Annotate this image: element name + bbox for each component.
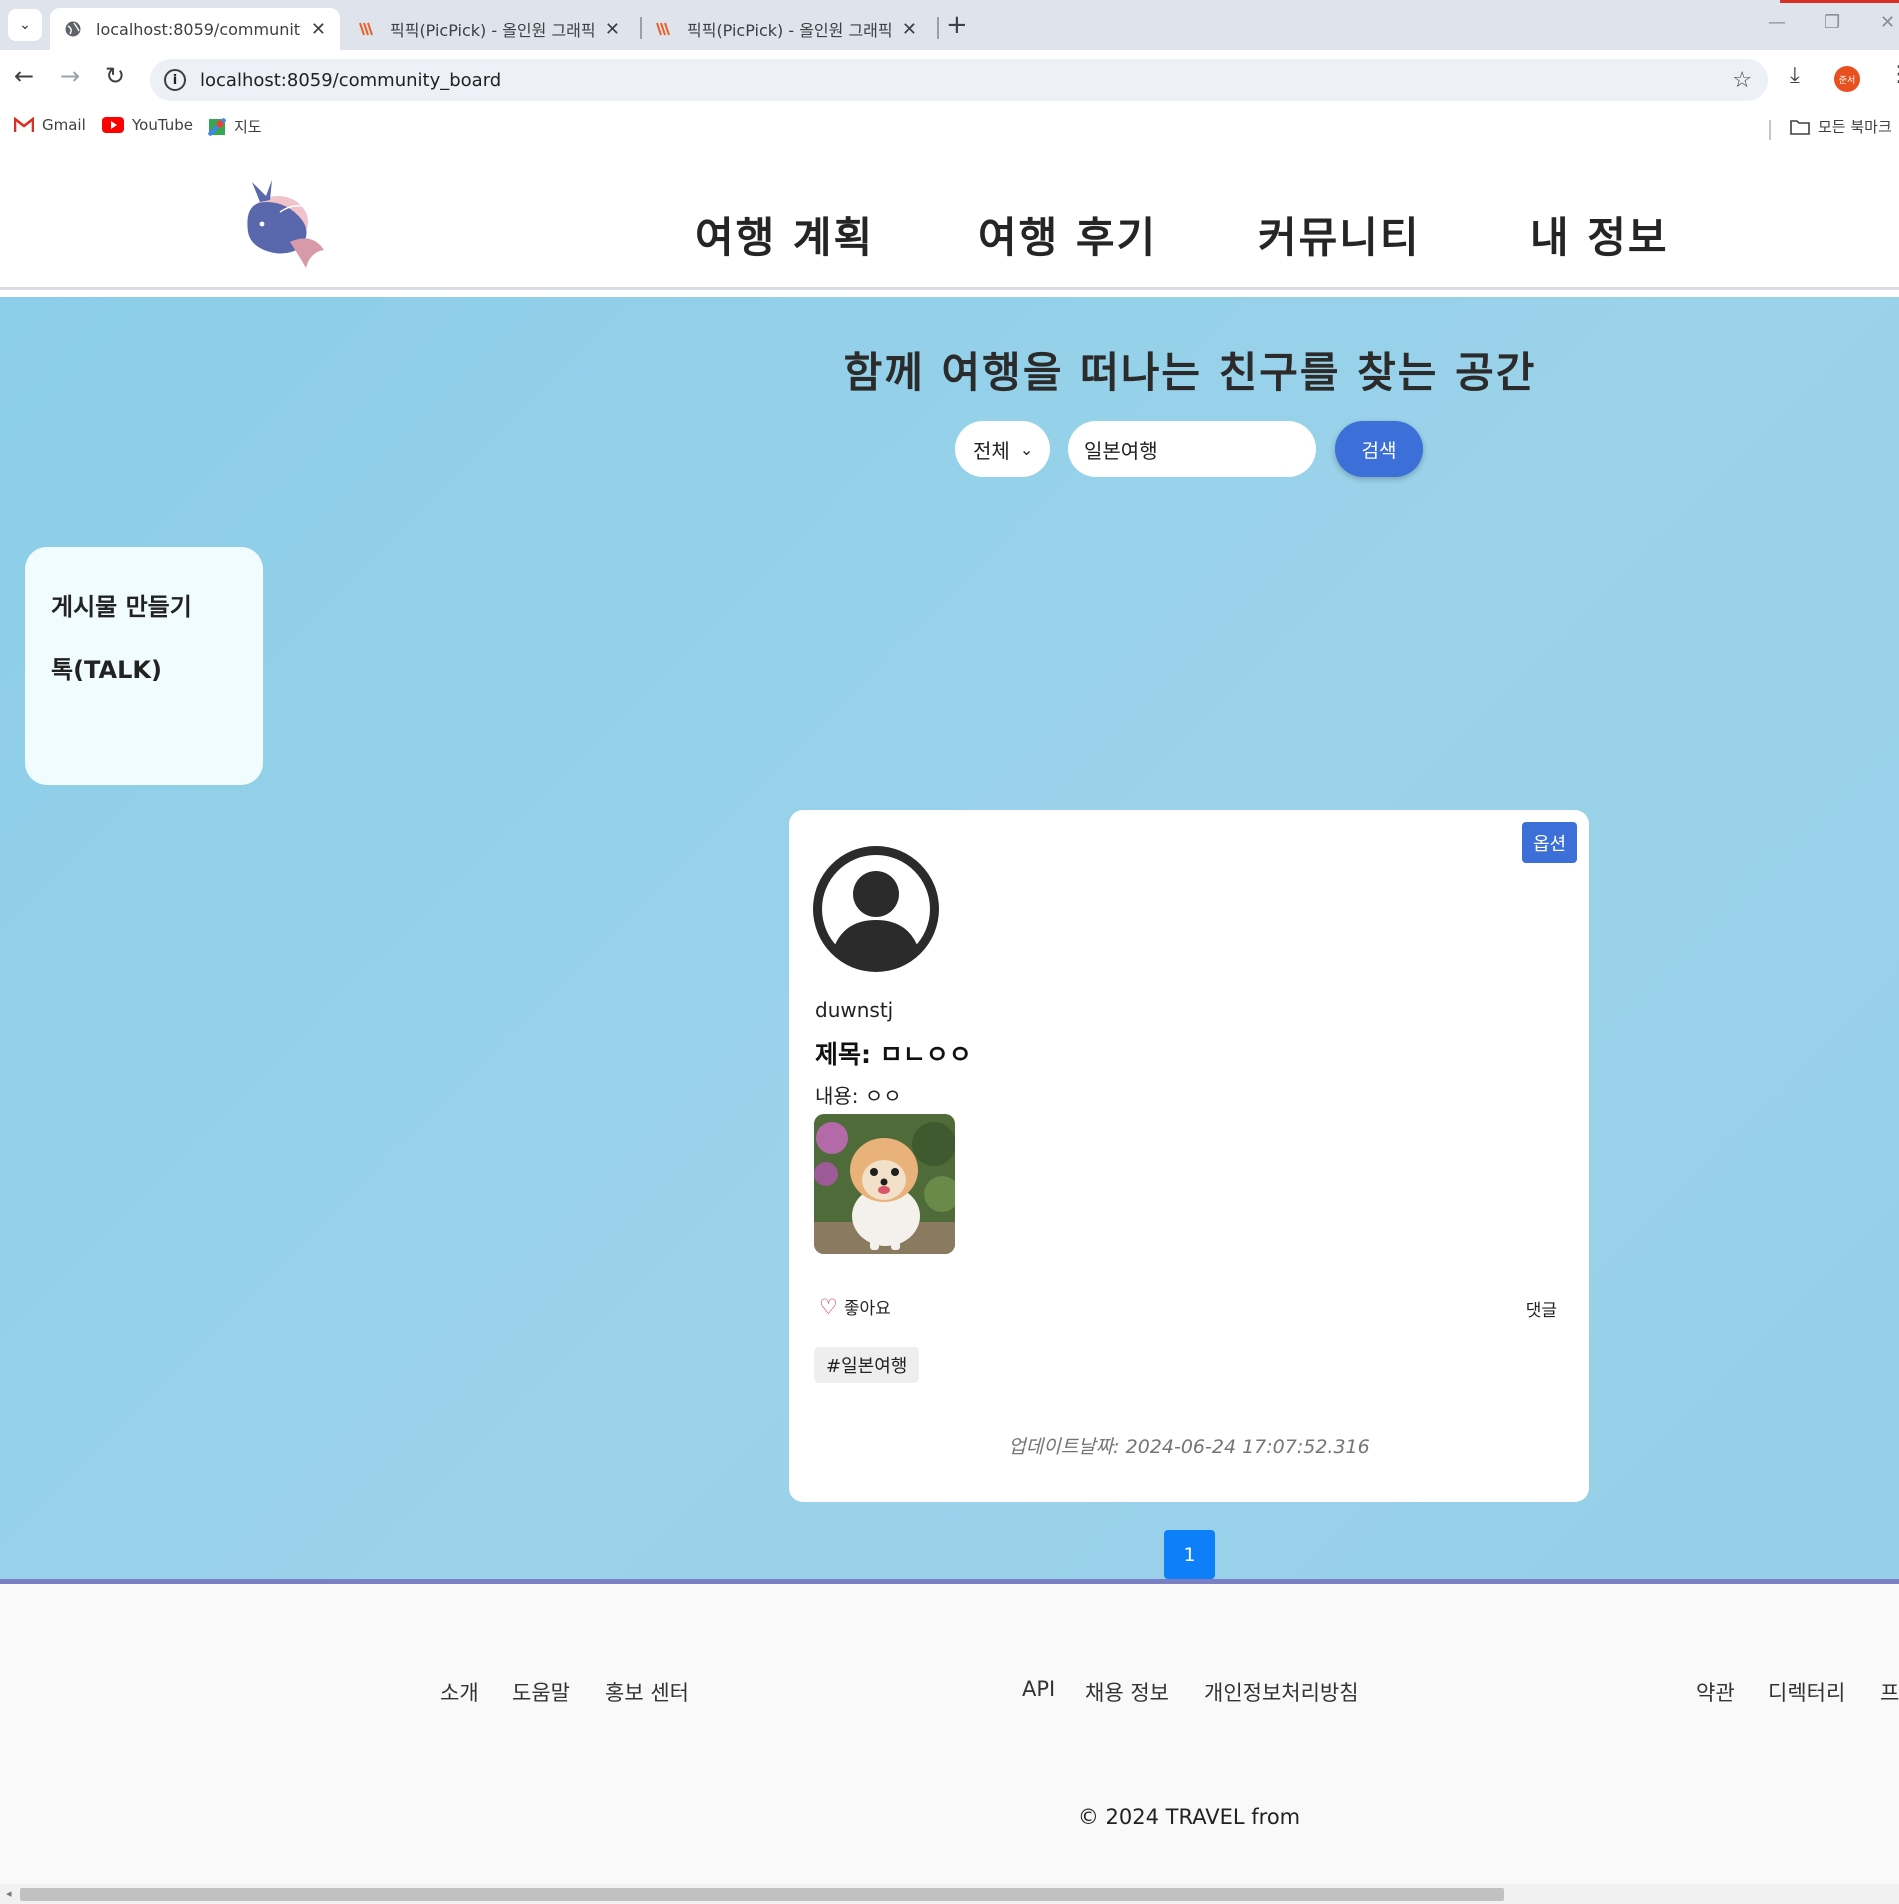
bookmarks-bar: Gmail YouTube 지도 모든 북마크 — [0, 108, 1899, 142]
forward-icon[interactable]: → — [60, 62, 80, 90]
nav-travel-review[interactable]: 여행 후기 — [978, 204, 1157, 265]
post-content: 내용: ㅇㅇ — [815, 1080, 902, 1109]
talk-link[interactable]: 톡(TALK) — [51, 650, 237, 685]
post-title: 제목: ㅁㄴㅇㅇ — [815, 1035, 972, 1071]
page-title: 함께 여행을 떠나는 친구를 찾는 공간 — [843, 348, 1537, 397]
restore-icon[interactable]: ❐ — [1824, 12, 1840, 33]
picpick-icon — [358, 20, 376, 38]
nav-my-info[interactable]: 내 정보 — [1530, 204, 1669, 265]
scroll-left-icon[interactable]: ◂ — [6, 1887, 12, 1900]
nav-community[interactable]: 커뮤니티 — [1258, 204, 1421, 265]
pagination-page-button[interactable]: 1 — [1164, 1530, 1215, 1579]
footer-link-api[interactable]: API — [1022, 1677, 1055, 1701]
browser-tab-strip: ⌄ localhost:8059/community_board ✕ 픽픽(Pi… — [0, 0, 1899, 50]
gmail-icon — [14, 117, 34, 133]
chevron-down-icon: ⌄ — [1019, 439, 1034, 459]
footer-link-truncated[interactable]: 프 — [1880, 1677, 1899, 1707]
bookmark-label: Gmail — [42, 116, 86, 134]
post-updated-date: 업데이트날짜: 2024-06-24 17:07:52.316 — [789, 1432, 1589, 1459]
new-tab-icon[interactable]: + — [946, 10, 968, 40]
search-category-select[interactable]: 전체 ⌄ — [955, 421, 1050, 477]
search-input[interactable] — [1068, 421, 1316, 477]
post-option-button[interactable]: 옵션 — [1522, 822, 1577, 863]
tab-search-button[interactable]: ⌄ — [8, 9, 42, 41]
profile-avatar[interactable]: 준서 — [1834, 66, 1860, 92]
user-avatar-icon — [813, 846, 939, 972]
tab-close-icon[interactable]: ✕ — [902, 19, 917, 40]
updated-label: 업데이트날짜: — [1008, 1436, 1120, 1458]
globe-icon — [64, 20, 82, 38]
like-button[interactable]: ♡ 좋아요 — [819, 1294, 891, 1320]
comment-button[interactable]: 댓글 — [1526, 1296, 1557, 1321]
bookmark-youtube[interactable]: YouTube — [102, 116, 193, 134]
maps-icon — [208, 117, 226, 136]
tab-title: 픽픽(PicPick) - 올인원 그래픽 디자인 — [687, 21, 892, 40]
download-icon[interactable]: ⤓ — [1790, 63, 1800, 88]
browser-tab[interactable]: 픽픽(PicPick) - 올인원 그래픽 디자인 ✕ — [641, 8, 931, 50]
footer-link-jobs[interactable]: 채용 정보 — [1085, 1677, 1169, 1707]
back-icon[interactable]: ← — [14, 62, 34, 90]
address-bar[interactable]: i localhost:8059/community_board ☆ — [150, 59, 1768, 101]
side-menu: 게시물 만들기 톡(TALK) — [25, 547, 263, 785]
tab-close-icon[interactable]: ✕ — [311, 19, 326, 40]
footer-link-privacy[interactable]: 개인정보처리방침 — [1204, 1677, 1359, 1707]
folder-icon — [1790, 119, 1810, 135]
bookmark-label: YouTube — [132, 116, 193, 134]
updated-value: 2024-06-24 17:07:52.316 — [1125, 1436, 1370, 1458]
all-bookmarks[interactable]: 모든 북마크 — [1790, 116, 1892, 137]
site-logo[interactable] — [240, 172, 330, 272]
browser-tab-active[interactable]: localhost:8059/community_board ✕ — [50, 8, 340, 50]
site-info-icon[interactable]: i — [164, 69, 186, 91]
scrollbar-thumb[interactable] — [20, 1888, 1504, 1901]
post-content-label: 내용: — [815, 1084, 859, 1108]
create-post-link[interactable]: 게시물 만들기 — [51, 587, 237, 622]
picpick-icon — [655, 20, 673, 38]
tab-separator — [937, 17, 939, 39]
more-menu-icon[interactable]: ⋮ — [1888, 62, 1899, 87]
bookmark-label: 모든 북마크 — [1818, 118, 1892, 136]
footer-link-press[interactable]: 홍보 센터 — [605, 1677, 689, 1707]
footer-link-terms[interactable]: 약관 — [1696, 1677, 1735, 1707]
search-category-value: 전체 — [973, 438, 1010, 463]
footer-link-about[interactable]: 소개 — [440, 1677, 479, 1707]
search-button[interactable]: 검색 — [1335, 421, 1423, 477]
horizontal-scrollbar[interactable]: ◂ — [0, 1884, 1899, 1904]
community-board: 함께 여행을 떠나는 친구를 찾는 공간 전체 ⌄ 검색 게시물 만들기 톡(T… — [0, 297, 1899, 1579]
bookmarks-divider — [1769, 120, 1771, 140]
post-content-text: ㅇㅇ — [864, 1084, 902, 1108]
youtube-icon — [102, 117, 124, 133]
heart-icon: ♡ — [819, 1294, 838, 1319]
window-accent-bar — [1780, 0, 1899, 3]
browser-toolbar: ← → ↻ i localhost:8059/community_board ☆ — [0, 50, 1899, 108]
close-window-icon[interactable]: ✕ — [1880, 12, 1895, 33]
post-image-dog[interactable] — [814, 1114, 955, 1254]
tab-close-icon[interactable]: ✕ — [605, 19, 620, 40]
minimize-icon[interactable]: — — [1768, 12, 1786, 33]
post-title-label: 제목: — [815, 1040, 871, 1069]
footer-link-help[interactable]: 도움말 — [512, 1677, 570, 1707]
hashtag-badge[interactable]: #일본여행 — [814, 1347, 920, 1383]
post-author: duwnstj — [815, 998, 894, 1022]
reload-icon[interactable]: ↻ — [105, 62, 125, 90]
post-card: 옵션 duwnstj 제목: ㅁㄴㅇㅇ 내용: ㅇㅇ ♡ 좋아요 댓글 #일본여… — [789, 810, 1589, 1502]
post-title-text: ㅁㄴㅇㅇ — [879, 1040, 972, 1069]
browser-tab[interactable]: 픽픽(PicPick) - 올인원 그래픽 디자인 ✕ — [344, 8, 634, 50]
bookmark-label: 지도 — [234, 118, 262, 136]
url-text[interactable]: localhost:8059/community_board — [200, 70, 501, 91]
like-label: 좋아요 — [843, 1299, 891, 1319]
tab-title: localhost:8059/community_board — [96, 19, 301, 39]
site-header: 여행 계획 여행 후기 커뮤니티 내 정보 — [0, 142, 1899, 290]
footer-link-directory[interactable]: 디렉터리 — [1768, 1677, 1845, 1707]
bookmark-gmail[interactable]: Gmail — [14, 116, 86, 134]
copyright-text: © 2024 TRAVEL from — [1077, 1805, 1301, 1829]
nav-travel-plan[interactable]: 여행 계획 — [695, 204, 874, 265]
bookmark-maps[interactable]: 지도 — [208, 116, 262, 137]
bookmark-star-icon[interactable]: ☆ — [1732, 68, 1752, 93]
tab-title: 픽픽(PicPick) - 올인원 그래픽 디자인 — [390, 21, 595, 40]
site-footer: 소개 도움말 홍보 센터 API 채용 정보 개인정보처리방침 약관 디렉터리 … — [0, 1579, 1899, 1884]
